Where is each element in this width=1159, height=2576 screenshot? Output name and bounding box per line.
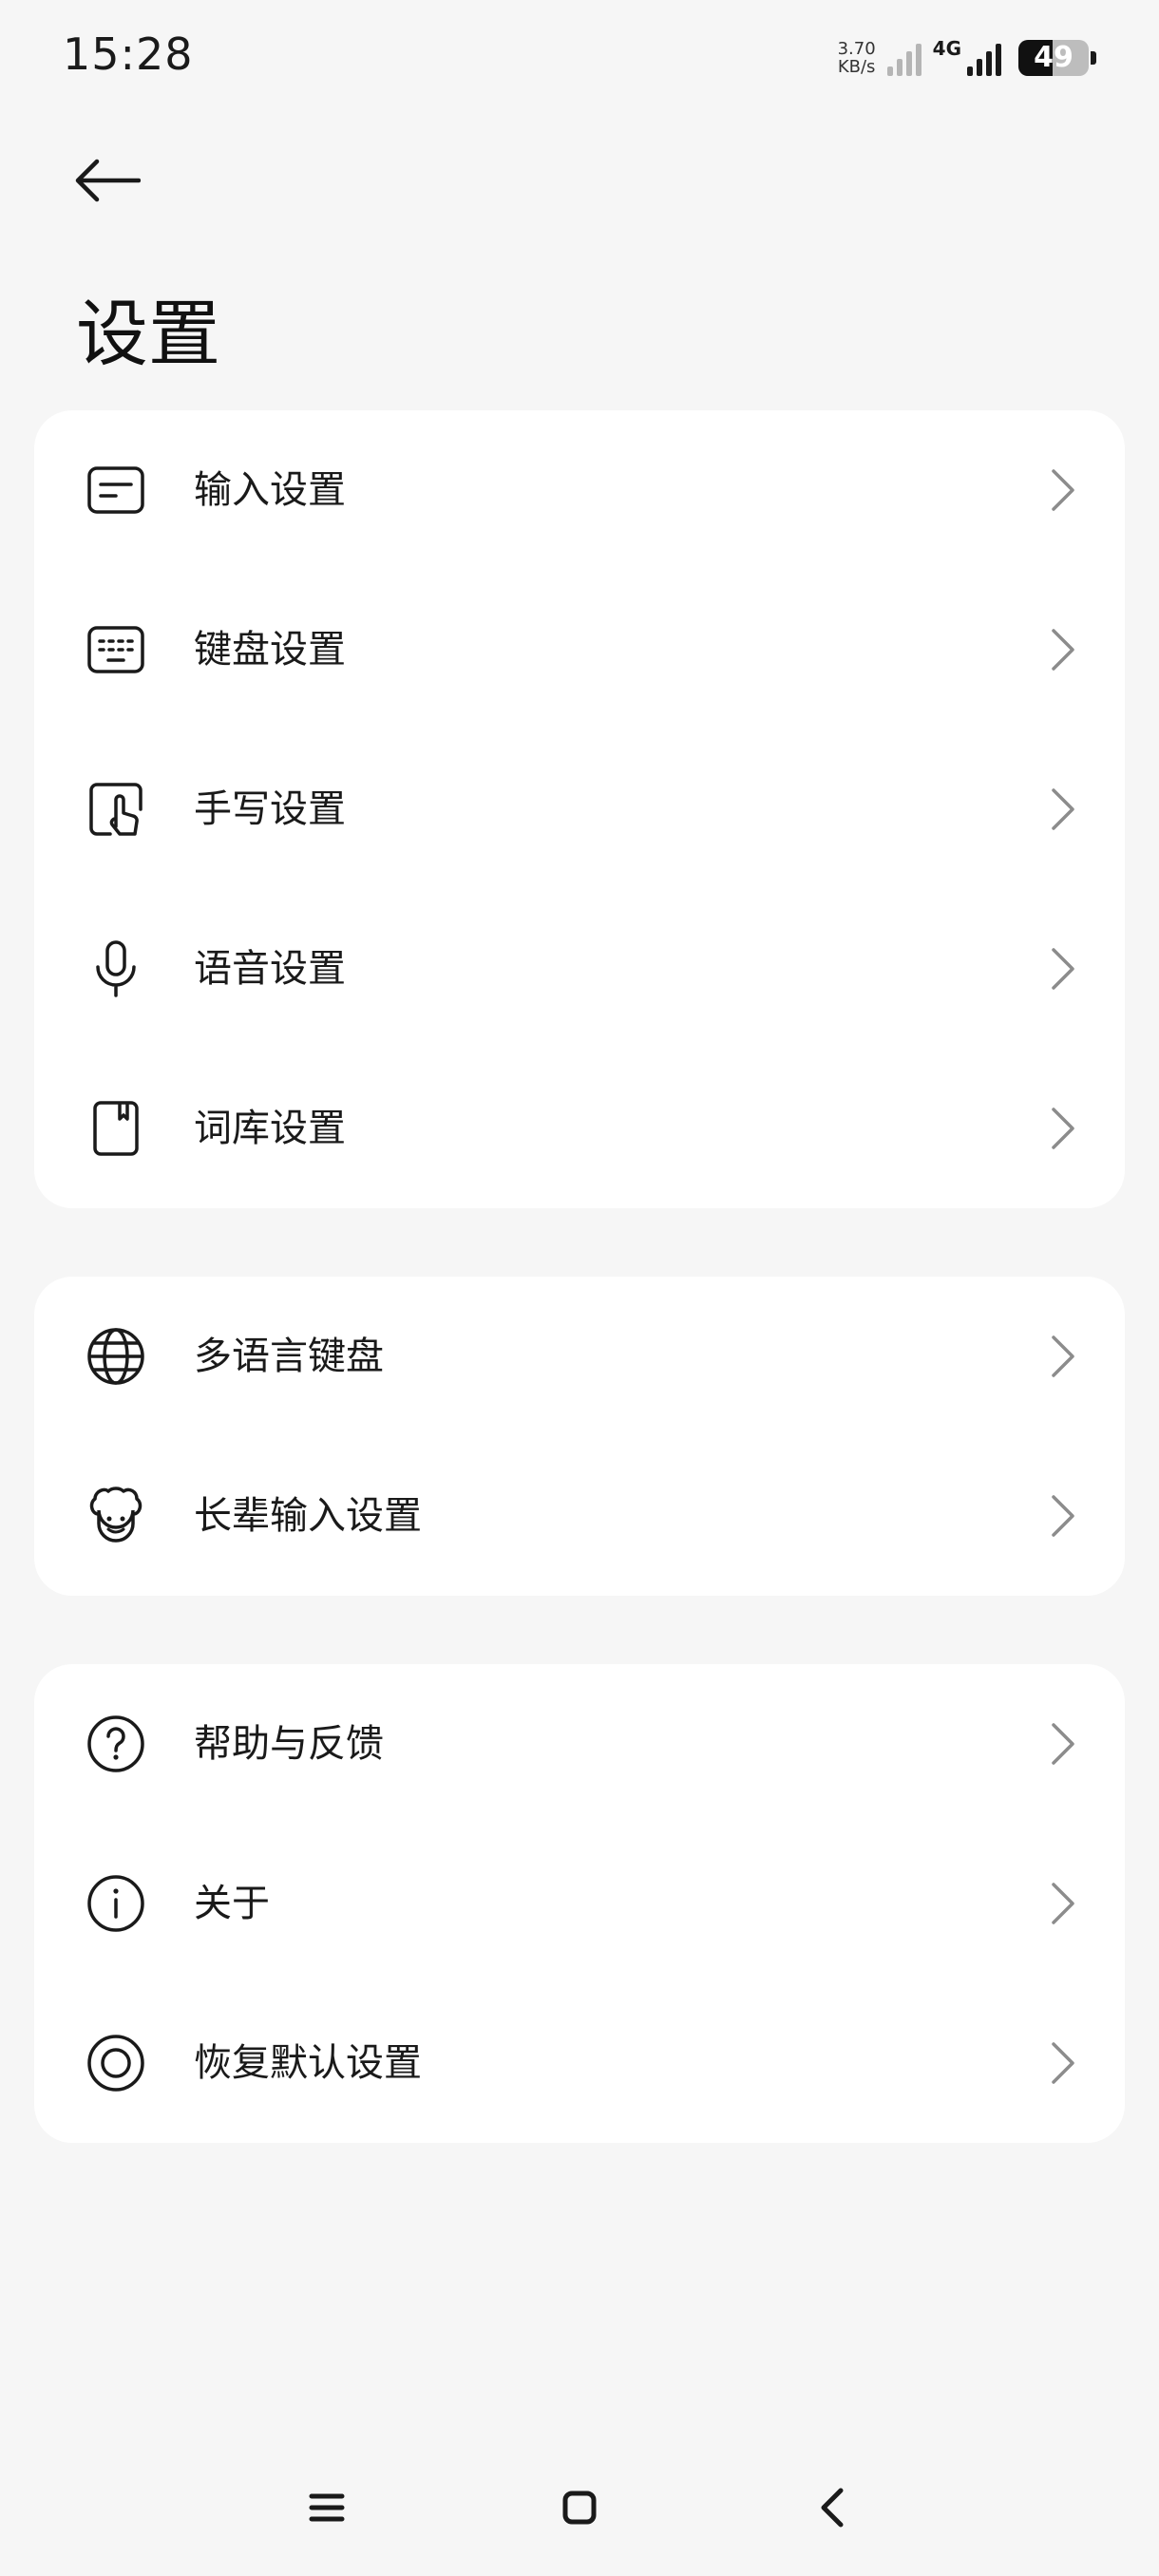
chevron-right-icon xyxy=(1047,1332,1079,1381)
chevron-right-icon xyxy=(1047,2038,1079,2088)
settings-item-help[interactable]: 帮助与反馈 xyxy=(34,1664,1125,1824)
settings-group-general: 输入设置 键盘设置 手写设置 语音设置 词库设置 xyxy=(34,410,1125,1208)
dictionary-icon xyxy=(84,1096,148,1161)
status-bar: 15:28 3.70 KB/s 4G 49 xyxy=(0,0,1159,114)
arrow-left-icon xyxy=(75,159,141,202)
network-speed: 3.70 KB/s xyxy=(838,40,876,76)
back-icon xyxy=(821,2488,844,2528)
settings-item-label: 键盘设置 xyxy=(194,628,346,672)
settings-group-language: 多语言键盘 长辈输入设置 xyxy=(34,1277,1125,1596)
chevron-right-icon xyxy=(1047,944,1079,994)
settings-item-label: 帮助与反馈 xyxy=(194,1722,384,1766)
settings-item-restore-defaults[interactable]: 恢复默认设置 xyxy=(34,1983,1125,2143)
chevron-right-icon xyxy=(1047,1491,1079,1541)
settings-item-keyboard[interactable]: 键盘设置 xyxy=(34,570,1125,729)
restore-icon xyxy=(84,2031,148,2095)
chevron-right-icon xyxy=(1047,465,1079,515)
chevron-right-icon xyxy=(1047,1104,1079,1153)
network-speed-unit: KB/s xyxy=(837,57,876,77)
settings-item-dictionary[interactable]: 词库设置 xyxy=(34,1049,1125,1208)
network-speed-value: 3.70 xyxy=(837,39,876,59)
settings-item-label: 输入设置 xyxy=(194,468,346,512)
input-settings-icon xyxy=(84,458,148,522)
chevron-right-icon xyxy=(1047,785,1079,834)
settings-item-multilingual[interactable]: 多语言键盘 xyxy=(34,1277,1125,1436)
status-icons: 3.70 KB/s 4G 49 xyxy=(838,34,1096,82)
chevron-right-icon xyxy=(1047,1719,1079,1769)
elder-face-icon xyxy=(84,1484,148,1548)
system-navigation-bar xyxy=(0,2460,1159,2555)
settings-item-elder-input[interactable]: 长辈输入设置 xyxy=(34,1436,1125,1596)
help-icon xyxy=(84,1712,148,1776)
settings-item-label: 词库设置 xyxy=(194,1107,346,1150)
settings-item-input[interactable]: 输入设置 xyxy=(34,410,1125,570)
settings-item-label: 手写设置 xyxy=(194,787,346,831)
settings-item-label: 语音设置 xyxy=(194,947,346,991)
microphone-icon xyxy=(84,937,148,1001)
chevron-right-icon xyxy=(1047,1879,1079,1928)
settings-item-label: 恢复默认设置 xyxy=(194,2041,422,2085)
back-button[interactable] xyxy=(72,142,158,218)
settings-item-label: 长辈输入设置 xyxy=(194,1494,422,1538)
system-back-button[interactable] xyxy=(794,2470,870,2546)
settings-item-about[interactable]: 关于 xyxy=(34,1824,1125,1983)
battery-cap xyxy=(1091,51,1096,65)
menu-icon xyxy=(309,2493,345,2522)
page-title: 设置 xyxy=(76,292,220,376)
settings-item-voice[interactable]: 语音设置 xyxy=(34,889,1125,1049)
battery-icon: 49 xyxy=(1018,40,1089,76)
recent-apps-button[interactable] xyxy=(289,2470,365,2546)
battery-percent: 49 xyxy=(1034,41,1074,74)
status-time: 15:28 xyxy=(63,28,194,80)
signal-sim1-icon xyxy=(886,40,922,76)
home-button[interactable] xyxy=(542,2470,618,2546)
handwriting-icon xyxy=(84,777,148,842)
settings-item-label: 多语言键盘 xyxy=(194,1335,384,1378)
settings-item-handwriting[interactable]: 手写设置 xyxy=(34,729,1125,889)
globe-icon xyxy=(84,1324,148,1389)
home-icon xyxy=(562,2491,597,2525)
network-type: 4G xyxy=(932,37,961,60)
signal-sim2-icon xyxy=(967,40,1001,76)
keyboard-icon xyxy=(84,617,148,682)
settings-item-label: 关于 xyxy=(194,1882,270,1925)
info-icon xyxy=(84,1871,148,1936)
settings-group-support: 帮助与反馈 关于 恢复默认设置 xyxy=(34,1664,1125,2143)
chevron-right-icon xyxy=(1047,625,1079,674)
